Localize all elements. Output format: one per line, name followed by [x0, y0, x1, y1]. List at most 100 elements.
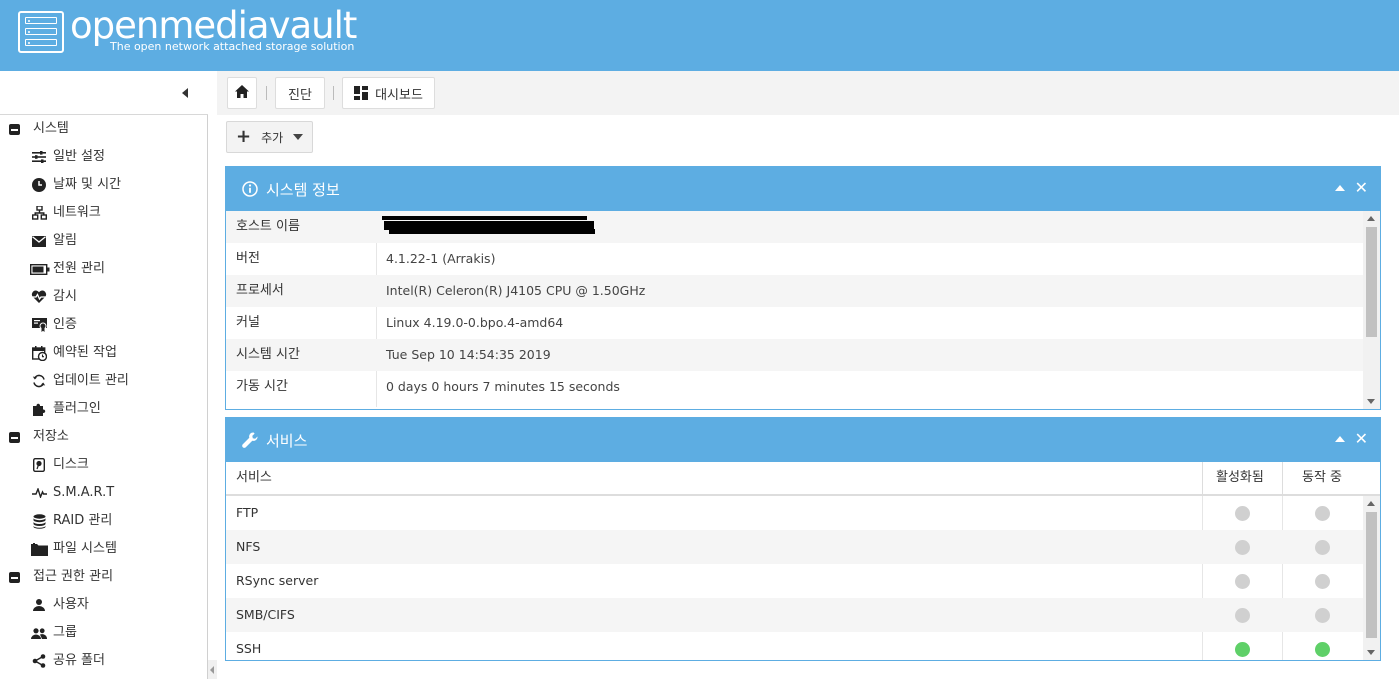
info-value: Linux 4.19.0-0.bpo.4-amd64 [386, 315, 564, 330]
users-icon [31, 625, 47, 641]
collapse-square-icon [9, 124, 20, 135]
sidebar-item-certificates[interactable]: 인증 [0, 311, 207, 339]
battery-icon [30, 261, 50, 277]
info-value: Tue Sep 10 14:54:35 2019 [386, 347, 551, 362]
scroll-up-icon[interactable] [1367, 216, 1375, 221]
sidebar-item-users[interactable]: 사용자 [0, 591, 207, 619]
sidebar-scroll-left-arrow-icon[interactable] [208, 660, 217, 679]
sidebar-item-label: 일반 설정 [53, 149, 105, 164]
puzzle-icon [31, 401, 47, 417]
redaction-mark [382, 216, 587, 220]
service-name: RSync server [236, 573, 319, 588]
sidebar-item-file-systems[interactable]: 파일 시스템 [0, 535, 207, 563]
info-key: 가동 시간 [236, 379, 288, 394]
info-row-system-time: 시스템 시간 Tue Sep 10 14:54:35 2019 [226, 339, 1380, 371]
breadcrumb-diagnostics[interactable]: 진단 [275, 77, 325, 109]
nav-group-storage[interactable]: 저장소 [0, 423, 207, 451]
scroll-down-icon[interactable] [1367, 650, 1375, 655]
sidebar-nav: 시스템 일반 설정 날짜 및 시간 네트워크 알림 전원 관리 감시 인증 예약… [0, 115, 208, 679]
add-widget-button[interactable]: + 추가 [226, 121, 313, 153]
sidebar-item-label: 예약된 작업 [53, 345, 117, 360]
folder-icon [31, 541, 49, 557]
info-row-hostname: 호스트 이름 [226, 211, 1380, 243]
nav-group-access-rights[interactable]: 접근 권한 관리 [0, 563, 207, 591]
sidebar-item-notification[interactable]: 알림 [0, 227, 207, 255]
column-header-enabled[interactable]: 활성화됨 [1216, 462, 1264, 494]
envelope-icon [31, 233, 47, 249]
service-name: NFS [236, 539, 261, 554]
breadcrumb-dashboard[interactable]: 대시보드 [342, 77, 435, 109]
info-row-uptime: 가동 시간 0 days 0 hours 7 minutes 15 second… [226, 371, 1380, 403]
close-panel-icon[interactable]: ✕ [1355, 180, 1368, 196]
info-row-processor: 프로세서 Intel(R) Celeron(R) J4105 CPU @ 1.5… [226, 275, 1380, 307]
wrench-icon [242, 432, 258, 448]
system-info-scrollbar[interactable] [1363, 211, 1380, 409]
sidebar-item-label: 날짜 및 시간 [53, 177, 122, 192]
services-header: 서비스 ✕ [226, 418, 1380, 462]
network-icon [31, 205, 47, 221]
column-header-service[interactable]: 서비스 [236, 462, 272, 494]
clock-icon [31, 177, 47, 193]
sidebar-item-power-management[interactable]: 전원 관리 [0, 255, 207, 283]
sidebar-item-general-settings[interactable]: 일반 설정 [0, 143, 207, 171]
services-scrollbar[interactable] [1363, 496, 1380, 660]
close-panel-icon[interactable]: ✕ [1355, 431, 1368, 447]
info-value: 4.1.22-1 (Arrakis) [386, 251, 496, 266]
sidebar-item-raid-management[interactable]: RAID 관리 [0, 507, 207, 535]
enabled-status-dot [1235, 540, 1250, 555]
services-panel: 서비스 ✕ 서비스 활성화됨 동작 중 FTP NFS RSync server SM… [225, 417, 1381, 661]
table-row[interactable]: NFS [226, 530, 1380, 564]
sidebar-item-scheduled-jobs[interactable]: 예약된 작업 [0, 339, 207, 367]
nav-group-system[interactable]: 시스템 [0, 115, 207, 143]
scroll-thumb[interactable] [1366, 227, 1377, 337]
table-row[interactable]: RSync server [226, 564, 1380, 598]
breadcrumb-separator [333, 86, 334, 100]
server-logo-icon [18, 11, 64, 53]
scroll-up-icon[interactable] [1367, 501, 1375, 506]
sidebar-item-label: 알림 [53, 233, 77, 248]
sidebar-item-date-time[interactable]: 날짜 및 시간 [0, 171, 207, 199]
sidebar-item-network[interactable]: 네트워크 [0, 199, 207, 227]
sidebar-item-smart[interactable]: S.M.A.R.T [0, 479, 207, 507]
sidebar-item-label: 전원 관리 [53, 261, 105, 276]
sidebar-item-update-management[interactable]: 업데이트 관리 [0, 367, 207, 395]
collapse-sidebar-icon[interactable] [179, 85, 191, 101]
collapse-square-icon [9, 432, 20, 443]
sidebar-item-label: 플러그인 [53, 401, 101, 416]
app-header: openmediavault The open network attached… [0, 0, 1399, 71]
collapse-square-icon [9, 572, 20, 583]
system-info-header: 시스템 정보 ✕ [226, 167, 1380, 211]
sidebar-item-plugins[interactable]: 플러그인 [0, 395, 207, 423]
service-name: SMB/CIFS [236, 607, 295, 622]
home-button[interactable] [227, 77, 257, 109]
redaction-mark [389, 229, 595, 234]
breadcrumb-label: 진단 [288, 87, 312, 103]
table-row[interactable]: SSH [226, 632, 1380, 660]
sidebar-item-shared-folders[interactable]: 공유 폴더 [0, 647, 207, 675]
heartbeat-icon [31, 289, 47, 305]
system-info-table: 호스트 이름 버전 4.1.22-1 (Arrakis) 프로세서 Intel(… [226, 211, 1380, 407]
info-key: 호스트 이름 [236, 219, 300, 234]
table-row[interactable]: SMB/CIFS [226, 598, 1380, 632]
scroll-down-icon[interactable] [1367, 399, 1375, 404]
sidebar-item-disks[interactable]: 디스크 [0, 451, 207, 479]
collapse-panel-icon[interactable] [1334, 185, 1345, 191]
sidebar-item-monitoring[interactable]: 감시 [0, 283, 207, 311]
table-row[interactable]: FTP [226, 496, 1380, 530]
collapse-panel-icon[interactable] [1334, 436, 1345, 442]
breadcrumb-separator [266, 86, 267, 100]
sidebar-item-groups[interactable]: 그룹 [0, 619, 207, 647]
info-circle-icon [242, 181, 258, 197]
sidebar-item-label: S.M.A.R.T [53, 485, 115, 500]
sidebar-toggle-area [0, 71, 208, 115]
dashboard-icon [354, 86, 369, 100]
brand-subtitle: The open network attached storage soluti… [110, 40, 355, 53]
column-header-running[interactable]: 동작 중 [1302, 462, 1342, 494]
scroll-thumb[interactable] [1366, 512, 1377, 638]
info-value: 0 days 0 hours 7 minutes 15 seconds [386, 379, 620, 394]
service-name: FTP [236, 505, 259, 520]
info-row-version: 버전 4.1.22-1 (Arrakis) [226, 243, 1380, 275]
sidebar-item-label: 공유 폴더 [53, 653, 105, 668]
services-table-body: FTP NFS RSync server SMB/CIFS SSH [226, 496, 1380, 660]
nav-group-label: 접근 권한 관리 [33, 569, 114, 584]
